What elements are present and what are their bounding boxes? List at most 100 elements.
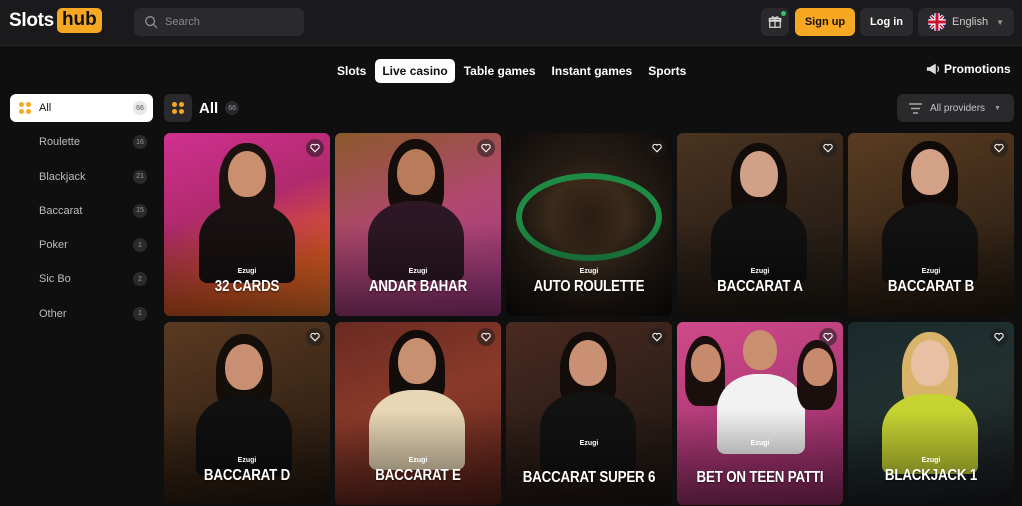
favorite-button[interactable] [819, 328, 837, 346]
game-title: BACCARAT SUPER 6 [522, 469, 656, 486]
heart-icon [823, 143, 833, 153]
sidebar-item-sic-bo[interactable]: Sic Bo 2 [10, 265, 153, 293]
heart-icon [652, 143, 662, 153]
sidebar-item-label: Sic Bo [39, 273, 71, 286]
tab-instant-games[interactable]: Instant games [545, 59, 640, 83]
game-card[interactable]: Ezugi 32 CARDS [164, 133, 330, 316]
favorite-button[interactable] [648, 139, 666, 157]
sidebar-item-roulette[interactable]: Roulette 16 [10, 128, 153, 156]
game-card[interactable]: Ezugi BACCARAT SUPER 6 [506, 322, 672, 505]
game-title: BACCARAT E [375, 467, 461, 484]
tab-table-games[interactable]: Table games [457, 59, 543, 83]
category-tabs: Slots Live casino Table games Instant ga… [330, 59, 695, 83]
filter-icon [909, 102, 922, 114]
favorite-button[interactable] [990, 139, 1008, 157]
uk-flag-icon [928, 13, 946, 31]
sidebar-item-label: All [39, 102, 52, 114]
favorite-button[interactable] [990, 328, 1008, 346]
notification-dot [781, 11, 786, 16]
sidebar-item-count: 2 [133, 272, 147, 287]
signup-button[interactable]: Sign up [795, 8, 855, 36]
provider-label: Ezugi [237, 268, 257, 275]
provider-label: Ezugi [921, 268, 941, 275]
game-card[interactable]: Ezugi AUTO ROULETTE [506, 133, 672, 316]
game-card[interactable]: Ezugi BACCARAT B [848, 133, 1014, 316]
heart-icon [310, 143, 320, 153]
provider-label: Ezugi [579, 440, 599, 447]
search-input[interactable] [165, 16, 295, 28]
gift-icon [768, 16, 782, 28]
grid-icon [164, 94, 192, 122]
heart-icon [310, 332, 320, 342]
favorite-button[interactable] [306, 139, 324, 157]
game-title: BACCARAT D [203, 467, 291, 484]
chevron-down-icon: ▼ [996, 17, 1004, 27]
game-card[interactable]: Ezugi BET ON TEEN PATTI [677, 322, 843, 505]
sidebar-item-count: 15 [133, 203, 147, 218]
heart-icon [823, 332, 833, 342]
provider-label: Ezugi [750, 268, 770, 275]
login-button[interactable]: Log in [860, 8, 913, 36]
tab-live-casino[interactable]: Live casino [375, 59, 455, 83]
sidebar-item-blackjack[interactable]: Blackjack 21 [10, 163, 153, 191]
sidebar-item-all[interactable]: All 66 [10, 94, 153, 122]
gift-button[interactable] [761, 8, 789, 36]
heart-icon [481, 332, 491, 342]
favorite-button[interactable] [477, 139, 495, 157]
sidebar-item-label: Poker [39, 239, 68, 252]
promotions-label: Promotions [944, 62, 1011, 76]
section-title: All [199, 99, 219, 117]
sidebar-item-label: Roulette [39, 136, 80, 149]
section-header: All 66 [164, 94, 240, 122]
game-card[interactable]: Ezugi BACCARAT E [335, 322, 501, 505]
logo[interactable]: Slots hub [9, 8, 102, 33]
grid-icon [19, 102, 31, 114]
favorite-button[interactable] [306, 328, 324, 346]
sidebar-item-count: 1 [133, 238, 147, 253]
language-label: English [952, 16, 989, 28]
sidebar-item-count: 16 [133, 135, 147, 150]
sidebar: All 66 Roulette 16 Blackjack 21 Baccarat… [10, 94, 153, 334]
heart-icon [652, 332, 662, 342]
game-card[interactable]: Ezugi ANDAR BAHAR [335, 133, 501, 316]
game-title: 32 CARDS [214, 278, 280, 295]
search-box[interactable] [134, 8, 304, 36]
heart-icon [994, 332, 1004, 342]
heart-icon [481, 143, 491, 153]
sidebar-item-other[interactable]: Other 1 [10, 300, 153, 328]
tab-sports[interactable]: Sports [641, 59, 693, 83]
provider-label: Ezugi [408, 457, 428, 464]
game-title: BACCARAT B [887, 278, 975, 295]
provider-label: Ezugi [237, 457, 257, 464]
sidebar-item-label: Blackjack [39, 170, 86, 183]
providers-filter[interactable]: All providers ▼ [897, 94, 1014, 122]
sidebar-item-label: Other [39, 307, 67, 320]
sidebar-item-count: 21 [133, 169, 147, 184]
logo-badge: hub [56, 8, 102, 33]
provider-label: Ezugi [750, 440, 770, 447]
tab-slots[interactable]: Slots [330, 59, 373, 83]
favorite-button[interactable] [819, 139, 837, 157]
promotions-link[interactable]: Promotions [926, 62, 1011, 76]
game-title: ANDAR BAHAR [368, 278, 468, 295]
language-selector[interactable]: English ▼ [918, 8, 1014, 36]
game-card[interactable]: Ezugi BACCARAT A [677, 133, 843, 316]
game-card[interactable]: Ezugi BLACKJACK 1 [848, 322, 1014, 505]
favorite-button[interactable] [648, 328, 666, 346]
providers-label: All providers [930, 102, 986, 114]
game-title: BET ON TEEN PATTI [696, 469, 824, 486]
sidebar-item-label: Baccarat [39, 204, 83, 217]
sidebar-item-count: 66 [133, 101, 147, 115]
heart-icon [994, 143, 1004, 153]
provider-label: Ezugi [921, 457, 941, 464]
sidebar-item-poker[interactable]: Poker 1 [10, 231, 153, 259]
provider-label: Ezugi [579, 268, 599, 275]
chevron-down-icon: ▼ [994, 104, 1001, 112]
top-header: Slots hub Sign up Log in English ▼ [0, 0, 1022, 46]
search-icon [145, 16, 158, 29]
logo-text: Slots [9, 9, 54, 31]
favorite-button[interactable] [477, 328, 495, 346]
sidebar-item-baccarat[interactable]: Baccarat 15 [10, 197, 153, 225]
game-card[interactable]: Ezugi BACCARAT D [164, 322, 330, 505]
game-title: AUTO ROULETTE [533, 278, 645, 295]
